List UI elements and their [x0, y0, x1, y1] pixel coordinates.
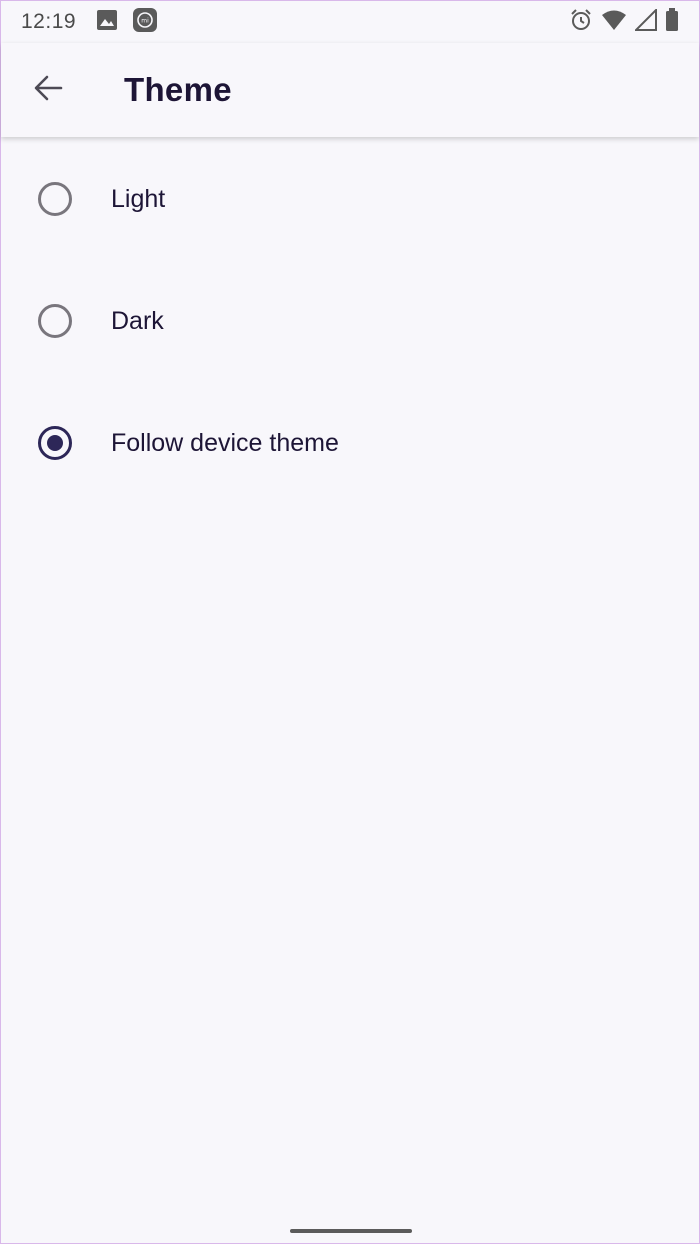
- status-time: 12:19: [21, 10, 77, 33]
- option-label: Follow device theme: [111, 428, 339, 457]
- notification-icons: mi: [96, 7, 158, 38]
- alarm-icon: [569, 8, 593, 37]
- mi-app-icon: mi: [132, 7, 158, 38]
- radio-selected-dot: [47, 435, 63, 451]
- theme-option-light[interactable]: Light: [1, 138, 699, 260]
- theme-option-follow-device[interactable]: Follow device theme: [1, 382, 699, 504]
- page-title: Theme: [124, 71, 232, 108]
- radio-button-light[interactable]: [38, 182, 72, 216]
- radio-button-follow-device[interactable]: [38, 426, 72, 460]
- signal-icon: [633, 7, 657, 36]
- svg-text:mi: mi: [141, 17, 149, 24]
- app-bar: Theme: [1, 43, 699, 137]
- system-icons: [569, 7, 679, 37]
- radio-button-dark[interactable]: [38, 304, 72, 338]
- option-label: Dark: [111, 306, 164, 335]
- arrow-back-icon: [33, 73, 63, 108]
- gesture-nav-handle[interactable]: [290, 1229, 412, 1233]
- wifi-icon: [601, 9, 627, 36]
- image-icon: [96, 9, 118, 36]
- battery-icon: [665, 7, 679, 37]
- status-bar: 12:19 mi: [1, 1, 699, 43]
- theme-options-list: Light Dark Follow device theme: [1, 138, 699, 504]
- back-button[interactable]: [20, 62, 76, 118]
- option-label: Light: [111, 184, 166, 213]
- theme-option-dark[interactable]: Dark: [1, 260, 699, 382]
